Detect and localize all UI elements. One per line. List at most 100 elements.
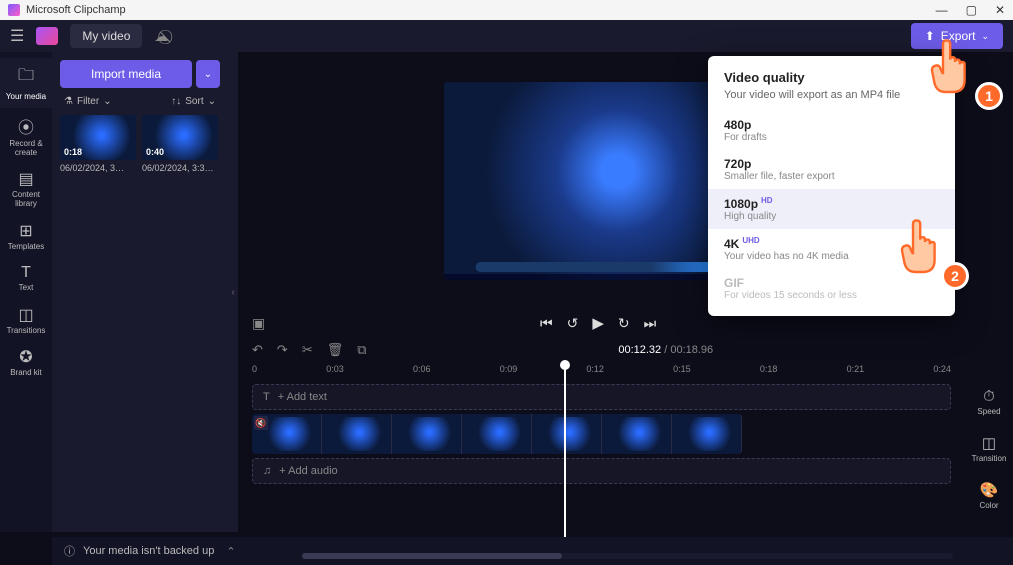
crop-tool-icon[interactable]: ▣	[252, 315, 265, 332]
horizontal-scrollbar[interactable]	[302, 553, 953, 559]
step-back-icon[interactable]: ↺	[567, 315, 579, 332]
media-panel: Import media ⌄ ⚗ Filter ⌄ ↑↓ Sort ⌄ 0:18…	[52, 52, 228, 532]
duplicate-button[interactable]: ⧉	[357, 342, 366, 358]
app-title: Microsoft Clipchamp	[26, 4, 126, 16]
thumbnail-duration: 0:18	[64, 147, 82, 157]
timecode-display: 00:12.32 / 00:18.96	[381, 344, 951, 356]
media-thumbnail[interactable]: 0:40 06/02/2024, 3:36…	[142, 115, 218, 173]
add-audio-track[interactable]: ♫ + Add audio	[252, 458, 951, 484]
statusbar[interactable]: ⓘ Your media isn't backed up ⌃	[52, 537, 1013, 565]
thumbnail-caption: 06/02/2024, 3:36…	[142, 163, 218, 173]
redo-button[interactable]: ↷	[277, 342, 288, 358]
rail-label: Your media	[6, 93, 46, 102]
import-media-button[interactable]: Import media	[60, 60, 192, 88]
ruler-tick: 0:18	[760, 364, 778, 382]
ruler-tick: 0:09	[500, 364, 518, 382]
rail-label: Record & create	[0, 140, 52, 158]
video-clip-frame[interactable]: 🔇	[252, 414, 322, 454]
add-text-track[interactable]: T + Add text	[252, 384, 951, 410]
chevron-down-icon: ⌄	[204, 69, 212, 80]
thumbnail-duration: 0:40	[146, 147, 164, 157]
import-options-button[interactable]: ⌄	[196, 60, 220, 88]
ruler-tick: 0:03	[326, 364, 344, 382]
filter-icon: ⚗	[64, 96, 73, 107]
rail-transitions[interactable]: ◫ Transitions	[0, 299, 52, 342]
transition-tool[interactable]: ◫ Transition	[972, 434, 1007, 463]
transitions-icon: ◫	[18, 305, 33, 325]
palette-icon: 🎨	[980, 481, 999, 499]
panel-collapse-button[interactable]: ‹	[228, 52, 238, 532]
chevron-down-icon: ⌄	[981, 31, 989, 42]
ruler-tick: 0:12	[586, 364, 604, 382]
rail-label: Templates	[8, 243, 44, 252]
video-clip-frame[interactable]	[672, 414, 742, 454]
library-icon: ▤	[18, 169, 33, 189]
cloud-sync-off-icon[interactable]: ☁︎⃠	[154, 28, 168, 45]
ruler-tick: 0:24	[933, 364, 951, 382]
speed-tool[interactable]: ⏱ Speed	[977, 388, 1000, 416]
chevron-down-icon: ⌄	[208, 96, 216, 107]
text-icon: T	[263, 391, 270, 403]
rail-text[interactable]: T Text	[0, 258, 52, 299]
project-name-field[interactable]: My video	[70, 24, 142, 48]
rail-brand-kit[interactable]: ✪ Brand kit	[0, 341, 52, 384]
annotation-hand-icon	[895, 218, 943, 278]
sort-icon: ↑↓	[171, 96, 181, 107]
step-forward-icon[interactable]: ↻	[618, 315, 630, 332]
popover-subtitle: Your video will export as an MP4 file	[708, 85, 955, 111]
video-clip-frame[interactable]	[322, 414, 392, 454]
video-clip-frame[interactable]	[462, 414, 532, 454]
rail-record-create[interactable]: ⦿ Record & create	[0, 108, 52, 164]
ruler-tick: 0:21	[847, 364, 865, 382]
close-button[interactable]: ✕	[995, 3, 1005, 17]
rail-templates[interactable]: ⊞ Templates	[0, 215, 52, 258]
video-clip-frame[interactable]	[392, 414, 462, 454]
split-button[interactable]: ✂	[302, 342, 313, 358]
music-icon: ♫	[263, 465, 271, 477]
filter-button[interactable]: ⚗ Filter ⌄	[64, 96, 112, 107]
mute-icon[interactable]: 🔇	[254, 416, 268, 430]
top-bar: ☰ My video ☁︎⃠ ⬆ Export ⌄	[0, 20, 1013, 52]
video-clip-frame[interactable]	[532, 414, 602, 454]
ruler-tick: 0:06	[413, 364, 431, 382]
undo-button[interactable]: ↶	[252, 342, 263, 358]
skip-start-icon[interactable]: ⏮	[540, 315, 553, 332]
templates-icon: ⊞	[19, 221, 32, 241]
chevron-up-icon: ⌃	[226, 545, 235, 558]
media-thumbnail[interactable]: 0:18 06/02/2024, 3…	[60, 115, 136, 173]
playhead[interactable]	[564, 364, 566, 564]
sort-button[interactable]: ↑↓ Sort ⌄	[171, 96, 216, 107]
timeline-toolbar: ↶ ↷ ✂ 🗑 ⧉ 00:12.32 / 00:18.96	[238, 336, 965, 364]
clipchamp-logo-icon	[36, 27, 58, 45]
quality-option-480p[interactable]: 480p For drafts	[708, 111, 955, 150]
annotation-hand-icon	[925, 38, 973, 98]
window-titlebar: Microsoft Clipchamp — ▢ ✕	[0, 0, 1013, 20]
left-rail: 🗀 Your media ⦿ Record & create ▤ Content…	[0, 52, 52, 532]
rail-label: Text	[19, 284, 34, 293]
rail-your-media[interactable]: 🗀 Your media	[0, 58, 52, 108]
rail-label: Content library	[0, 191, 52, 209]
rail-label: Transitions	[7, 327, 46, 336]
annotation-badge-1: 1	[975, 82, 1003, 110]
video-track[interactable]: 🔇	[252, 414, 951, 454]
camera-icon: ⦿	[18, 114, 34, 138]
timeline-ruler[interactable]: 0 0:03 0:06 0:09 0:12 0:15 0:18 0:21 0:2…	[238, 364, 965, 382]
minimize-button[interactable]: —	[936, 3, 948, 17]
popover-title: Video quality	[708, 70, 955, 85]
color-tool[interactable]: 🎨 Color	[979, 481, 998, 510]
app-logo-icon	[8, 4, 20, 16]
rail-content-library[interactable]: ▤ Content library	[0, 163, 52, 215]
annotation-badge-2: 2	[941, 262, 969, 290]
video-clip-frame[interactable]	[602, 414, 672, 454]
maximize-button[interactable]: ▢	[966, 3, 977, 17]
scrollbar-thumb[interactable]	[302, 553, 562, 559]
quality-option-720p[interactable]: 720p Smaller file, faster export	[708, 150, 955, 189]
thumbnail-caption: 06/02/2024, 3…	[60, 163, 136, 173]
delete-button[interactable]: 🗑	[327, 342, 344, 358]
hamburger-menu-icon[interactable]: ☰	[10, 26, 24, 46]
chevron-down-icon: ⌄	[103, 96, 111, 107]
play-button[interactable]: ▶	[592, 314, 604, 332]
skip-end-icon[interactable]: ⏭	[644, 315, 657, 332]
brand-kit-icon: ✪	[19, 347, 32, 367]
ruler-tick: 0:15	[673, 364, 691, 382]
